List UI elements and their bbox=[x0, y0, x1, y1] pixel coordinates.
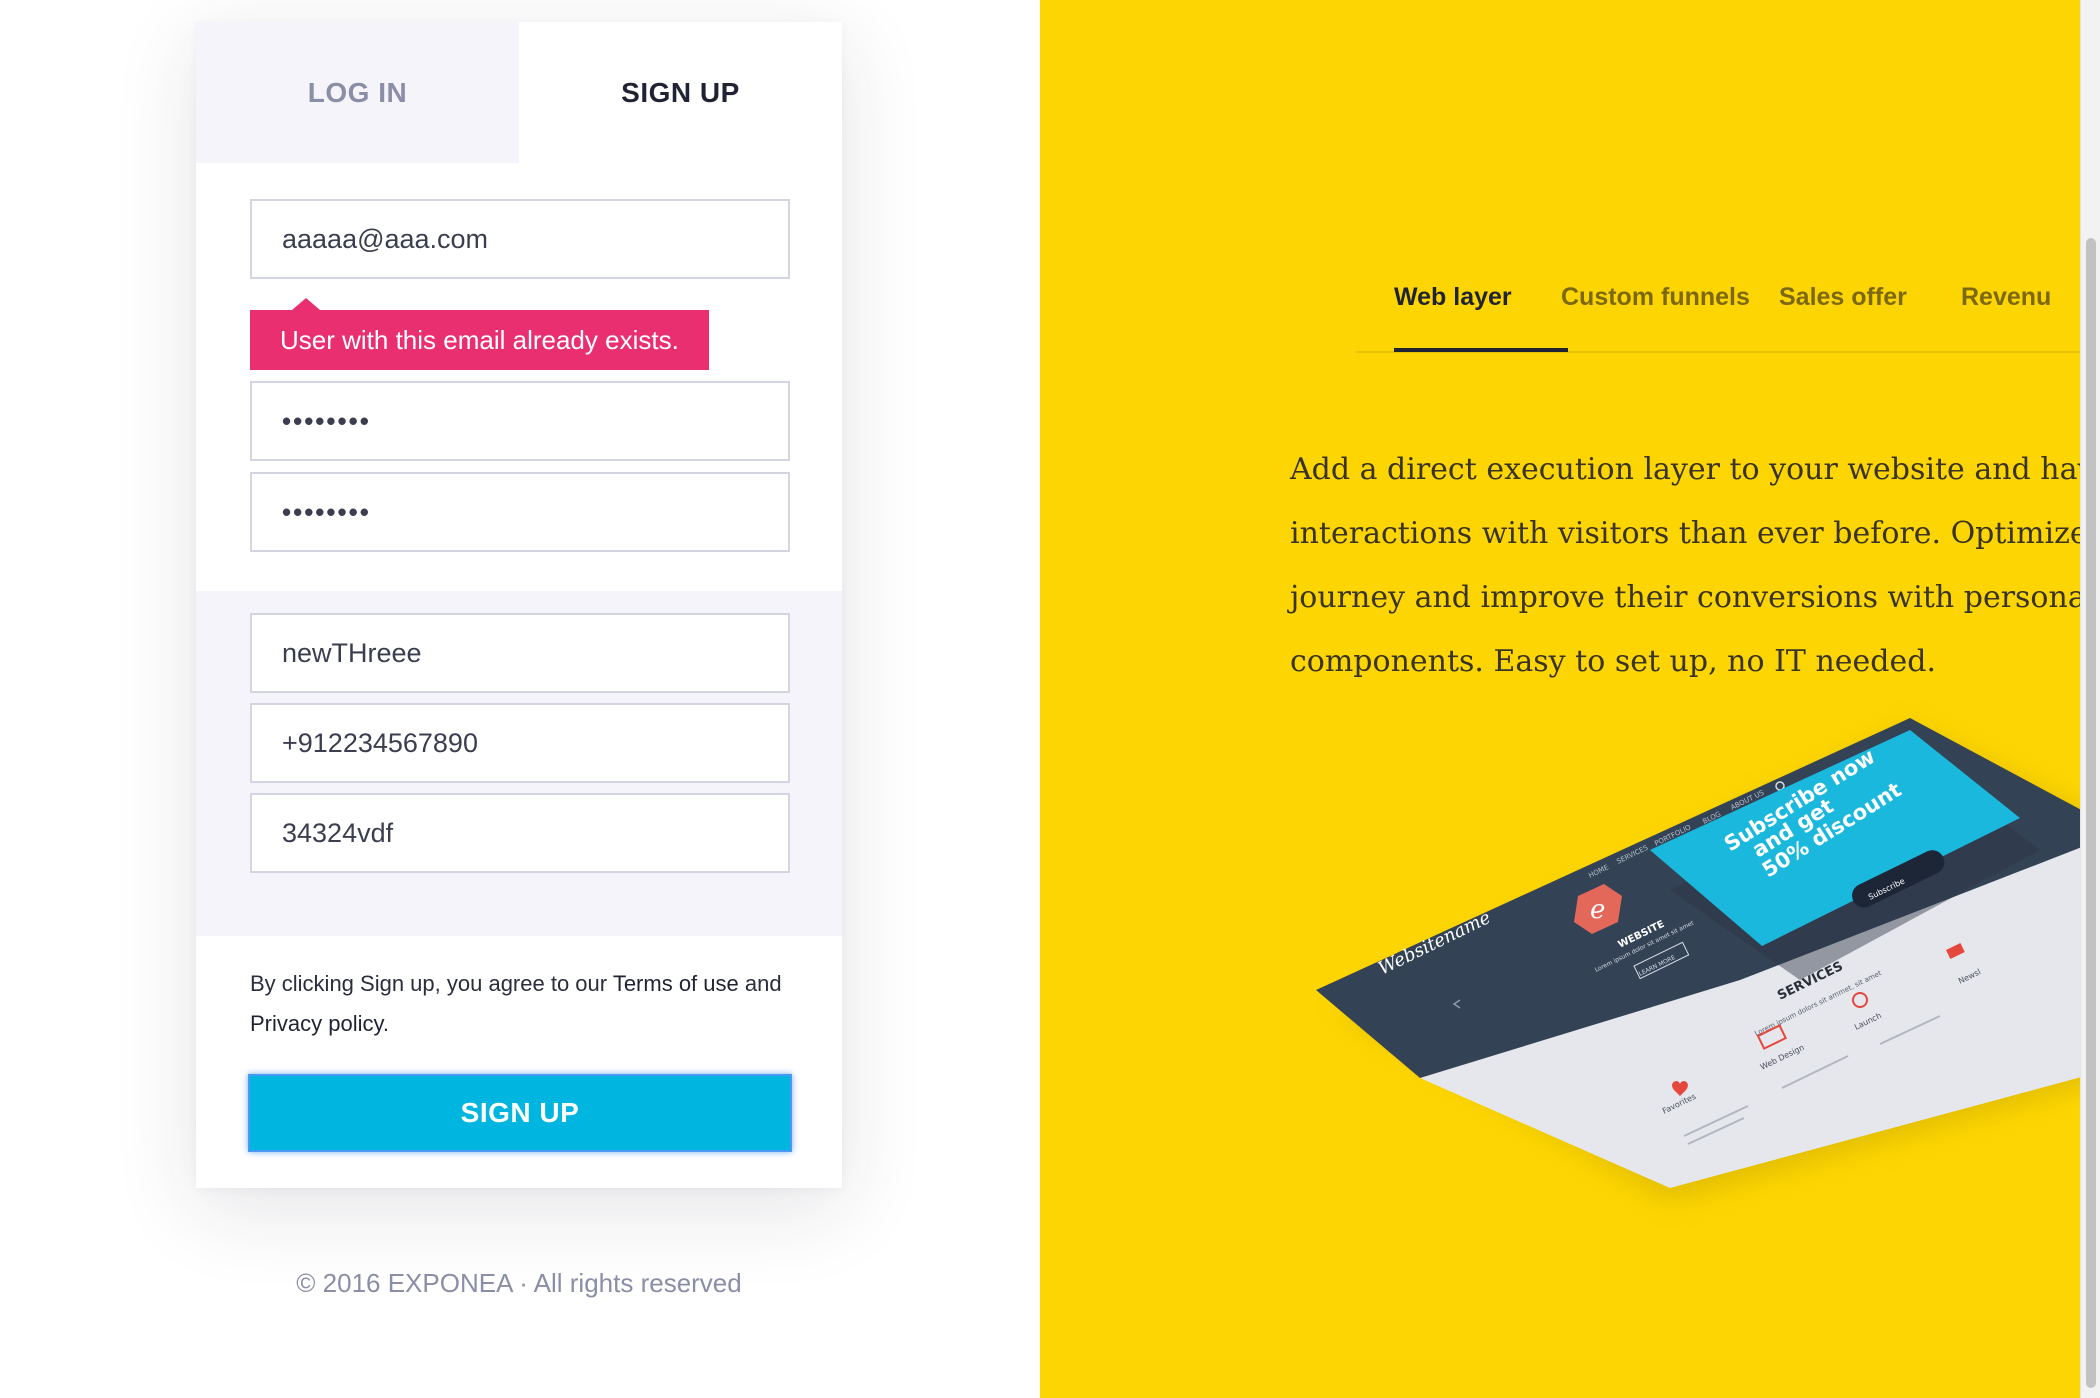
description-line: interactions with visitors than ever bef… bbox=[1290, 516, 2080, 551]
terms-suffix: . bbox=[382, 1011, 389, 1036]
feature-description: Add a direct execution layer to your web… bbox=[1290, 438, 2080, 694]
email-field[interactable]: aaaaa@aaa.com bbox=[250, 199, 790, 279]
description-line: journey and improve their conversions wi… bbox=[1290, 580, 2080, 615]
confirm-password-field[interactable]: •••••••• bbox=[250, 472, 790, 552]
feature-tabs: Web layer Custom funnels Sales offer Rev… bbox=[1356, 255, 2080, 353]
tab-web-layer[interactable]: Web layer bbox=[1394, 283, 1512, 312]
description-line: Add a direct execution layer to your web… bbox=[1290, 452, 2080, 487]
tab-sales-offer[interactable]: Sales offer bbox=[1779, 283, 1907, 312]
terms-prefix: By clicking Sign up, you agree to our bbox=[250, 971, 608, 996]
privacy-policy-link[interactable]: Privacy policy bbox=[250, 1011, 383, 1036]
description-line: components. Easy to set up, no IT needed… bbox=[1290, 644, 1936, 679]
tab-log-in[interactable]: LOG IN bbox=[196, 22, 519, 163]
promo-panel: Web layer Custom funnels Sales offer Rev… bbox=[1040, 0, 2080, 1398]
email-error-tooltip: User with this email already exists. bbox=[250, 298, 709, 370]
page-scrollbar[interactable] bbox=[2080, 0, 2100, 1398]
auth-tabs: LOG IN SIGN UP bbox=[196, 22, 842, 163]
company-field[interactable]: newTHreee bbox=[250, 613, 790, 693]
web-layer-illustration: Websitename HOME SERVICES PORTFOLIO BLOG… bbox=[1316, 718, 2080, 1200]
password-field[interactable]: •••••••• bbox=[250, 381, 790, 461]
terms-text: By clicking Sign up, you agree to our Te… bbox=[250, 964, 810, 1044]
active-tab-indicator bbox=[1394, 348, 1568, 352]
tab-sign-up[interactable]: SIGN UP bbox=[519, 22, 842, 163]
sign-up-button[interactable]: SIGN UP bbox=[248, 1074, 792, 1152]
hero-badge-letter: e bbox=[1590, 895, 1605, 925]
tab-custom-funnels[interactable]: Custom funnels bbox=[1561, 283, 1750, 312]
terms-and: and bbox=[744, 971, 782, 996]
copyright-footer: © 2016 EXPONEA · All rights reserved bbox=[296, 1268, 742, 1298]
terms-of-use-link[interactable]: Terms of use bbox=[613, 971, 739, 996]
tab-revenue[interactable]: Revenu bbox=[1961, 283, 2051, 312]
signup-card: LOG IN SIGN UP aaaaa@aaa.com User with t… bbox=[196, 22, 842, 1188]
auth-panel: LOG IN SIGN UP aaaaa@aaa.com User with t… bbox=[0, 0, 1040, 1398]
code-field[interactable]: 34324vdf bbox=[250, 793, 790, 873]
phone-field[interactable]: +912234567890 bbox=[250, 703, 790, 783]
scrollbar-thumb[interactable] bbox=[2086, 238, 2096, 1388]
